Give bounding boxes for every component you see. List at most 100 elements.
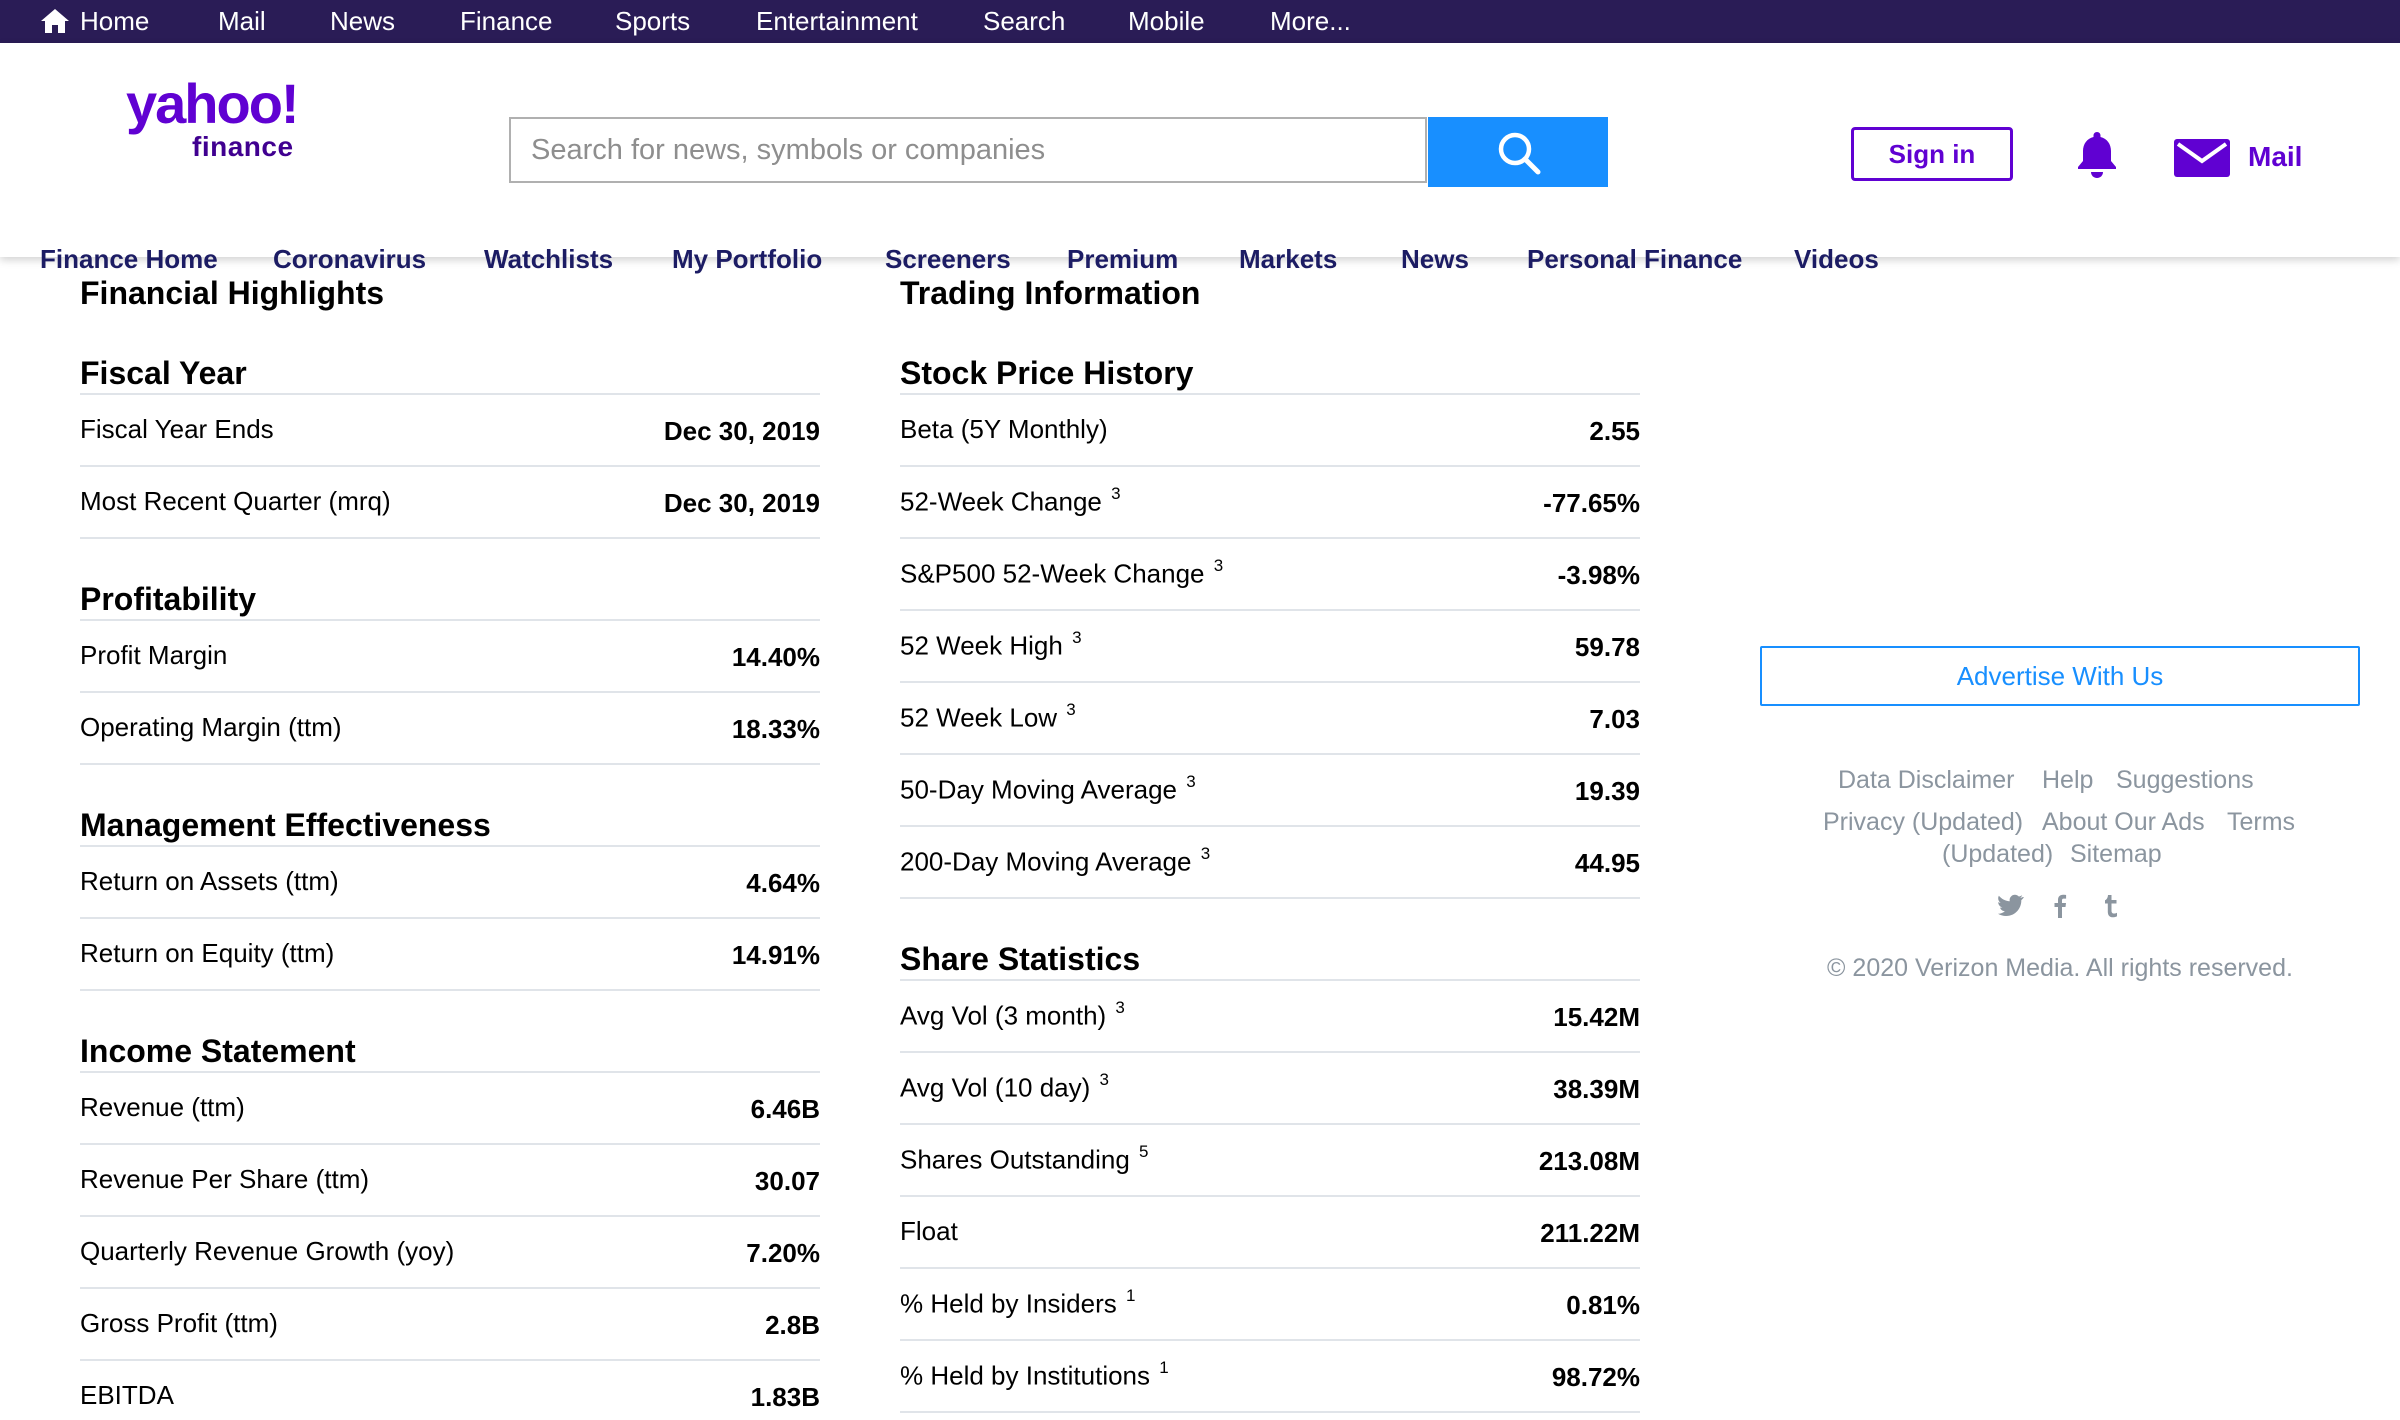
nav-markets[interactable]: Markets: [1239, 241, 1337, 277]
nav-personal-finance[interactable]: Personal Finance: [1527, 241, 1742, 277]
twitter-icon[interactable]: [1998, 894, 2024, 916]
nav-screeners[interactable]: Screeners: [885, 241, 1011, 277]
management-effectiveness-heading: Management Effectiveness: [80, 807, 491, 843]
row-label: S&P500 52-Week Change 3: [900, 556, 1224, 589]
footer-link-terms[interactable]: Terms: [2227, 808, 2295, 837]
nav-news[interactable]: News: [1401, 241, 1469, 277]
row-label: 52 Week Low 3: [900, 700, 1076, 733]
divider: [80, 619, 820, 621]
row-label: Float: [900, 1216, 958, 1246]
search-input[interactable]: [509, 117, 1427, 183]
footer-link-help[interactable]: Help: [2042, 766, 2093, 795]
trading-information-title: Trading Information: [900, 275, 1201, 311]
nav-videos[interactable]: Videos: [1794, 241, 1879, 277]
divider: [80, 763, 820, 765]
topbar-news-link[interactable]: News: [330, 0, 395, 43]
row-label: Fiscal Year Ends: [80, 414, 274, 444]
row-value: 98.72%: [1551, 1362, 1640, 1392]
divider: [80, 393, 820, 395]
search-icon: [1498, 132, 1541, 175]
row-value: 1.83B: [750, 1382, 820, 1412]
footnote-marker: 1: [1159, 1358, 1169, 1377]
share-statistics-heading: Share Statistics: [900, 941, 1141, 977]
row-label: Quarterly Revenue Growth (yoy): [80, 1236, 455, 1266]
footer-link-sitemap[interactable]: Sitemap: [2070, 840, 2162, 869]
footer-link-about-our-ads[interactable]: About Our Ads: [2042, 808, 2205, 837]
divider: [80, 845, 820, 847]
row-label: Return on Assets (ttm): [80, 866, 339, 896]
nav-coronavirus[interactable]: Coronavirus: [273, 241, 426, 277]
divider: [900, 979, 1640, 981]
footer-link-data-disclaimer[interactable]: Data Disclaimer: [1838, 766, 2014, 795]
nav-my-portfolio[interactable]: My Portfolio: [672, 241, 822, 277]
row-value: 18.33%: [731, 714, 820, 744]
row-value: 4.64%: [746, 868, 820, 898]
divider: [80, 1143, 820, 1145]
row-label: Avg Vol (3 month) 3: [900, 998, 1125, 1031]
row-value: -3.98%: [1557, 560, 1640, 590]
row-label: Shares Outstanding 5: [900, 1142, 1149, 1175]
footer-link-privacy[interactable]: Privacy (Updated): [1823, 808, 2023, 837]
facebook-icon[interactable]: [2053, 894, 2067, 918]
nav-premium[interactable]: Premium: [1067, 241, 1178, 277]
row-value: 59.78: [1574, 632, 1640, 662]
divider: [80, 1071, 820, 1073]
row-label: % Held by Insiders 1: [900, 1286, 1136, 1319]
tumblr-icon[interactable]: [2103, 894, 2119, 918]
footer-link-suggestions[interactable]: Suggestions: [2116, 766, 2254, 795]
advertise-with-us-button[interactable]: Advertise With Us: [1760, 646, 2360, 706]
row-value: 2.55: [1589, 416, 1640, 446]
row-value: 19.39: [1574, 776, 1640, 806]
row-value: 211.22M: [1540, 1218, 1640, 1248]
row-label: EBITDA: [80, 1380, 174, 1410]
row-label: % Held by Institutions 1: [900, 1358, 1169, 1391]
row-label: Most Recent Quarter (mrq): [80, 486, 391, 516]
row-value: 213.08M: [1538, 1146, 1640, 1176]
divider: [900, 609, 1640, 611]
row-value: 38.39M: [1553, 1074, 1640, 1104]
row-value: 0.81%: [1566, 1290, 1640, 1320]
row-value: 2.8B: [765, 1310, 820, 1340]
financial-highlights-title: Financial Highlights: [80, 275, 385, 311]
topbar-entertainment-link[interactable]: Entertainment: [756, 0, 918, 43]
row-label: Beta (5Y Monthly): [900, 414, 1108, 444]
divider: [80, 989, 820, 991]
search-button[interactable]: [1428, 117, 1608, 187]
footnote-marker: 1: [1126, 1286, 1136, 1305]
row-value: 7.20%: [746, 1238, 820, 1268]
topbar-finance-link[interactable]: Finance: [460, 0, 553, 43]
row-value: 15.42M: [1553, 1002, 1640, 1032]
row-label: Operating Margin (ttm): [80, 712, 342, 742]
row-value: Dec 30, 2019: [663, 416, 820, 446]
copyright-text: © 2020 Verizon Media. All rights reserve…: [1827, 954, 2293, 982]
topbar-mail-link[interactable]: Mail: [218, 0, 266, 43]
divider: [80, 1359, 820, 1361]
income-statement-heading: Income Statement: [80, 1033, 356, 1069]
profitability-heading: Profitability: [80, 581, 257, 617]
sign-in-button[interactable]: Sign in: [1851, 127, 2013, 181]
mail-label: Mail: [2248, 141, 2303, 172]
topbar-search-link[interactable]: Search: [983, 0, 1065, 43]
nav-finance-home[interactable]: Finance Home: [40, 241, 218, 277]
topbar-home-link[interactable]: Home: [40, 0, 149, 43]
divider: [900, 681, 1640, 683]
notification-bell-icon[interactable]: [2071, 128, 2123, 180]
row-value: 14.40%: [731, 642, 820, 672]
divider: [900, 1123, 1640, 1125]
row-label: 52-Week Change 3: [900, 484, 1121, 517]
row-label: Return on Equity (ttm): [80, 938, 335, 968]
topbar-sports-link[interactable]: Sports: [615, 0, 690, 43]
nav-watchlists[interactable]: Watchlists: [484, 241, 613, 277]
footer-link-terms-updated[interactable]: (Updated): [1942, 840, 2053, 869]
footnote-marker: 3: [1099, 1070, 1110, 1089]
divider: [900, 537, 1640, 539]
row-label: Revenue (ttm): [80, 1092, 245, 1122]
divider: [80, 917, 820, 919]
topbar-mobile-link[interactable]: Mobile: [1128, 0, 1205, 43]
divider: [900, 465, 1640, 467]
yahoo-finance-logo[interactable]: yahoo! finance: [126, 71, 316, 162]
row-label: 200-Day Moving Average 3: [900, 844, 1211, 877]
divider: [80, 537, 820, 539]
topbar-more-link[interactable]: More...: [1270, 0, 1351, 43]
footnote-marker: 3: [1186, 772, 1196, 791]
